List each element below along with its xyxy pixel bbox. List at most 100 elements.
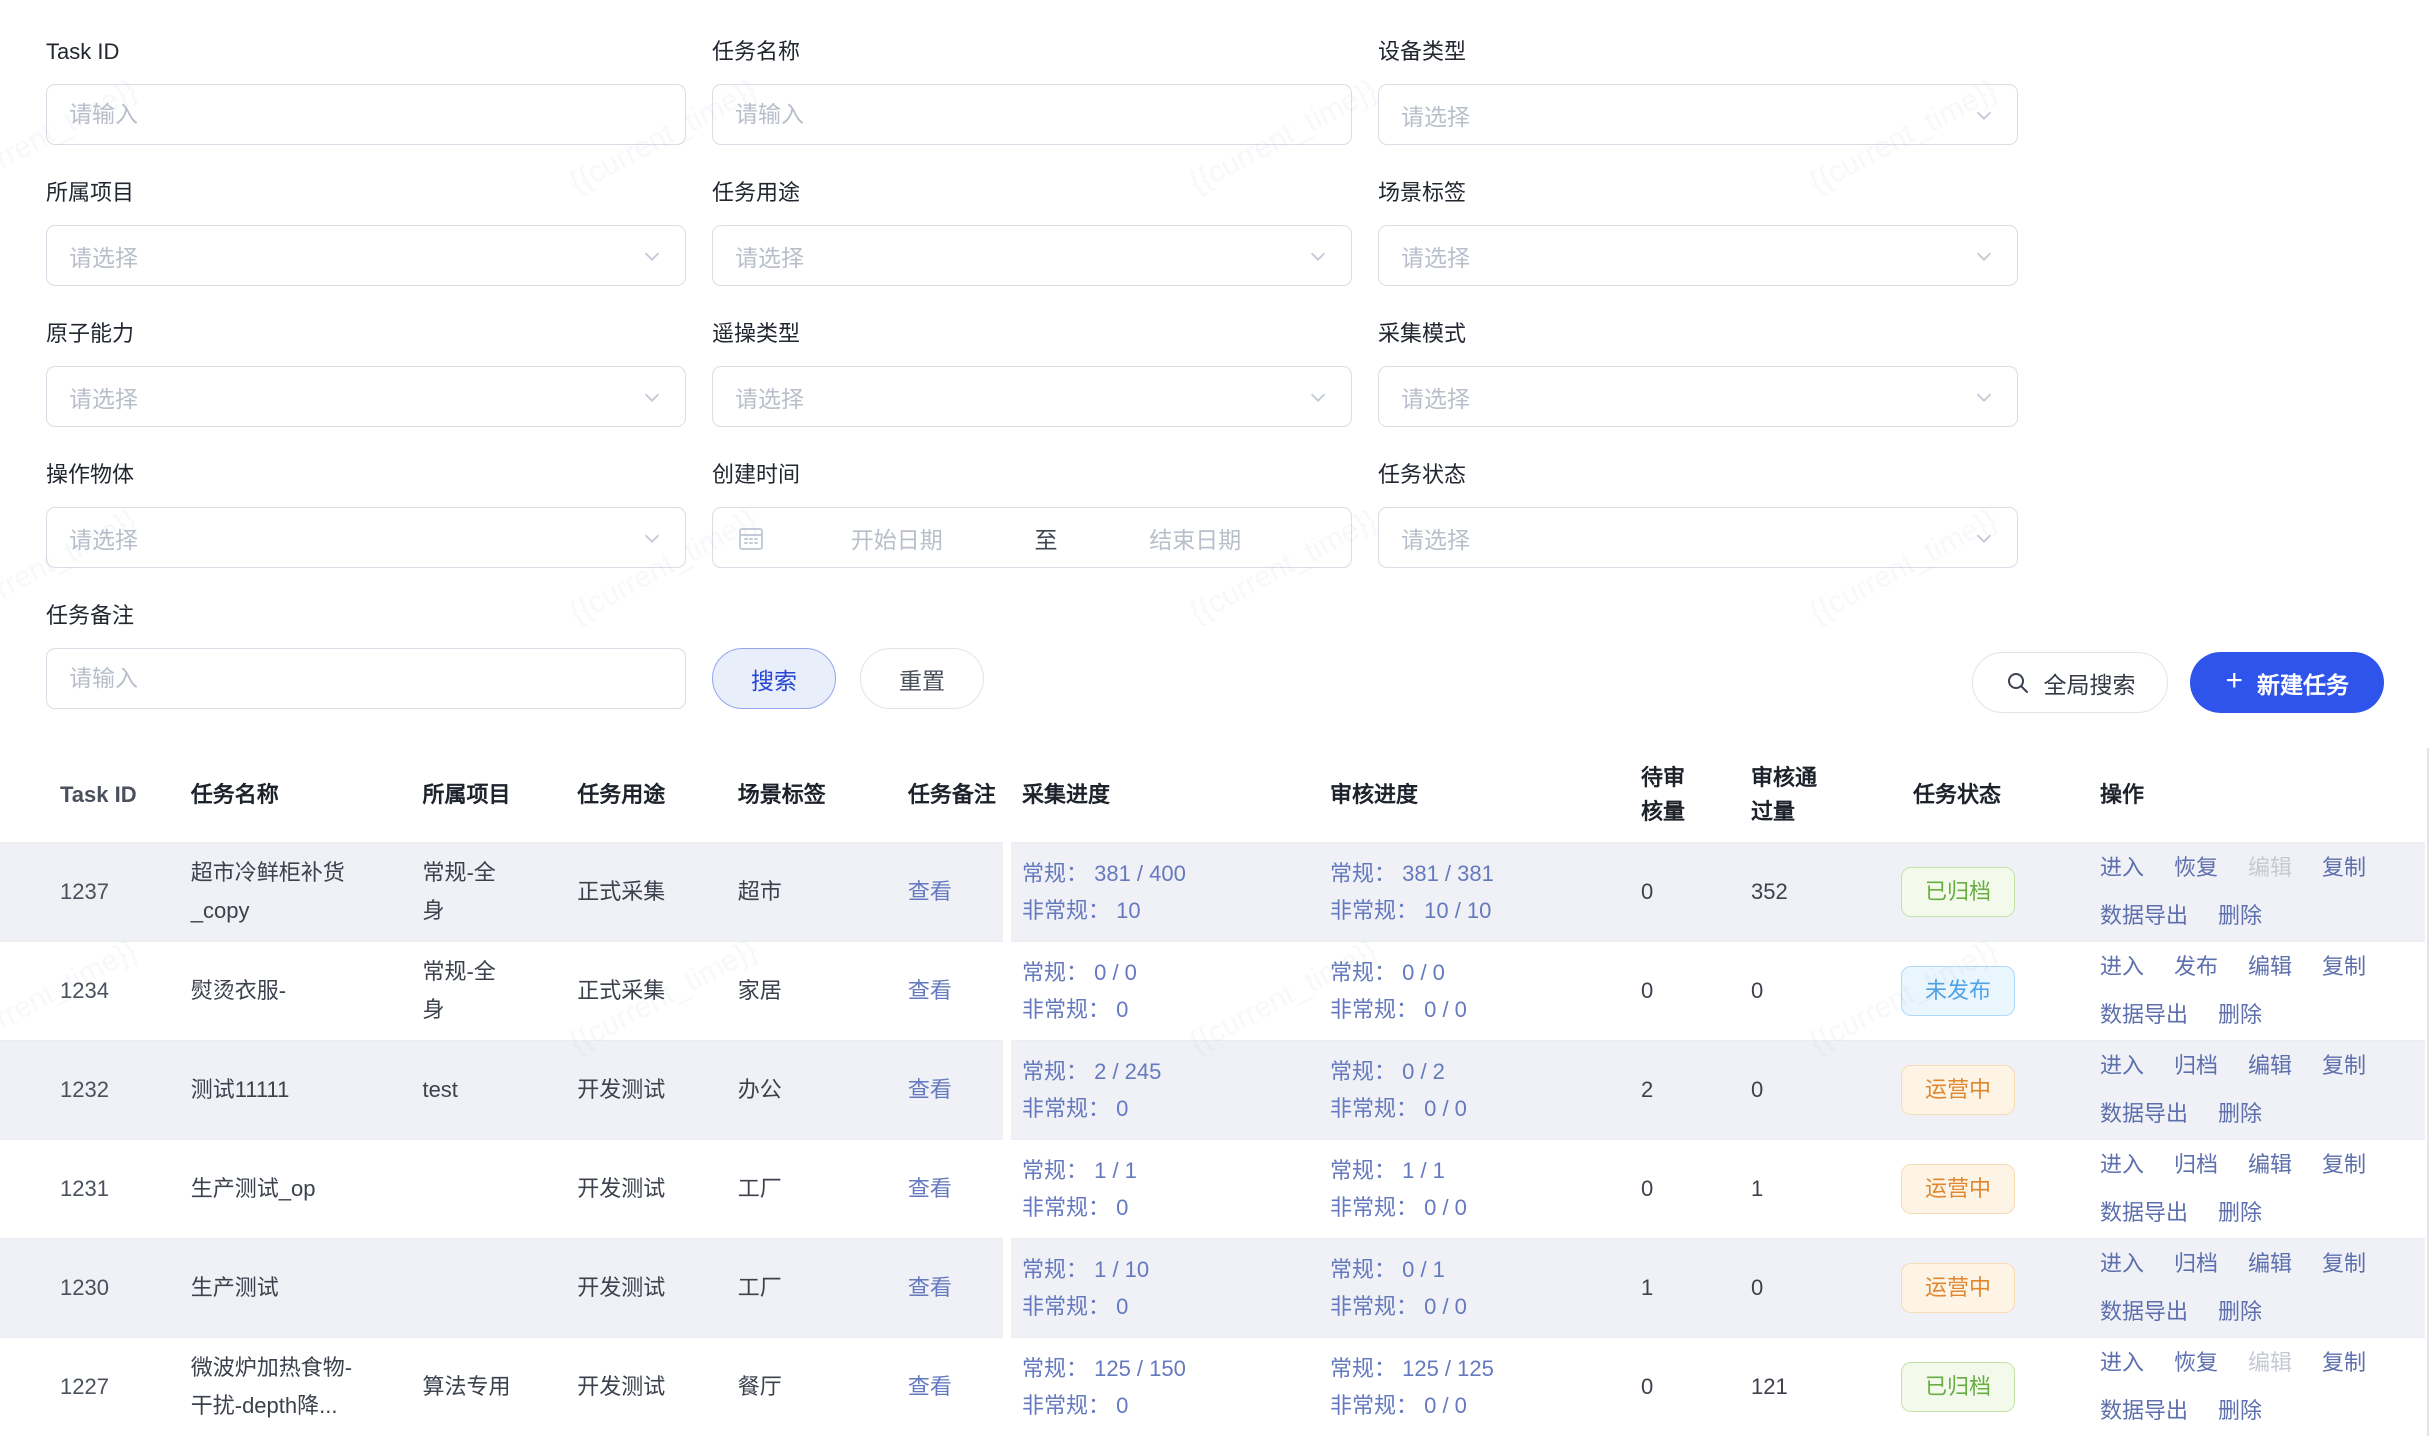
cell-actions: 进入归档编辑复制数据导出删除 (2100, 1047, 2421, 1133)
end-date-placeholder[interactable]: 结束日期 (1064, 521, 1328, 555)
cell-review-passed: 0 (1751, 1071, 1901, 1109)
action-link[interactable]: 数据导出 (2100, 996, 2188, 1034)
cell-task-id: 1230 (0, 1269, 191, 1307)
cell-review-passed: 0 (1751, 972, 1901, 1010)
action-link[interactable]: 进入 (2100, 948, 2144, 986)
filter-project: 所属项目 请选择 (46, 181, 686, 286)
project-select[interactable]: 请选择 (46, 225, 686, 286)
action-link[interactable]: 归档 (2174, 1047, 2218, 1085)
action-link[interactable]: 进入 (2100, 1245, 2144, 1283)
action-link[interactable]: 编辑 (2248, 1146, 2292, 1184)
cell-actions: 进入归档编辑复制数据导出删除 (2100, 1146, 2421, 1232)
chevron-down-icon (641, 245, 663, 267)
view-remark-link[interactable]: 查看 (908, 879, 952, 904)
action-link[interactable]: 复制 (2322, 948, 2366, 986)
search-button[interactable]: 搜索 (712, 648, 836, 709)
action-link[interactable]: 归档 (2174, 1146, 2218, 1184)
cell-collect-progress: 常规： 381 / 400非常规： 10 (1011, 855, 1330, 929)
view-remark-link[interactable]: 查看 (908, 1275, 952, 1300)
view-remark-link[interactable]: 查看 (908, 1374, 952, 1399)
select-placeholder: 请选择 (1401, 521, 1973, 555)
reset-button[interactable]: 重置 (860, 648, 984, 709)
teleop-type-select[interactable]: 请选择 (712, 366, 1352, 427)
action-link[interactable]: 复制 (2322, 849, 2366, 887)
date-range-picker[interactable]: 开始日期 至 结束日期 (712, 507, 1352, 568)
cell-review-progress: 常规： 381 / 381非常规： 10 / 10 (1330, 855, 1641, 929)
create-task-button[interactable]: + 新建任务 (2190, 652, 2384, 713)
cell-review-passed: 352 (1751, 873, 1901, 911)
cell-scene-tag: 工厂 (738, 1170, 887, 1208)
action-link[interactable]: 复制 (2322, 1047, 2366, 1085)
select-placeholder: 请选择 (69, 521, 641, 555)
purpose-select[interactable]: 请选择 (712, 225, 1352, 286)
action-link[interactable]: 删除 (2218, 897, 2262, 935)
action-link[interactable]: 数据导出 (2100, 1293, 2188, 1331)
action-link[interactable]: 删除 (2218, 1194, 2262, 1232)
cell-review-passed: 1 (1751, 1170, 1901, 1208)
table-fixed-left: Task ID 任务名称 所属项目 任务用途 场景标签 任务备注 1237 超市… (0, 748, 1003, 1436)
cell-purpose: 开发测试 (577, 1170, 738, 1208)
action-link[interactable]: 数据导出 (2100, 1194, 2188, 1232)
column-header-review-progress: 审核进度 (1330, 776, 1641, 814)
view-remark-link[interactable]: 查看 (908, 978, 952, 1003)
task-table: Task ID 任务名称 所属项目 任务用途 场景标签 任务备注 1237 超市… (0, 748, 2425, 1436)
global-search-button[interactable]: 全局搜索 (1972, 652, 2168, 713)
action-link[interactable]: 删除 (2218, 996, 2262, 1034)
task-id-input[interactable] (69, 101, 663, 128)
view-remark-link[interactable]: 查看 (908, 1176, 952, 1201)
table-header: Task ID 任务名称 所属项目 任务用途 场景标签 任务备注 (0, 748, 1003, 843)
action-link[interactable]: 复制 (2322, 1344, 2366, 1382)
status-badge: 未发布 (1901, 966, 2015, 1016)
table-header: 采集进度 审核进度 待审 核量 审核通 过量 任务状态 操作 (1011, 748, 2425, 843)
table-row: 1230 生产测试 开发测试 工厂 查看 (0, 1239, 1003, 1338)
filter-task-status: 任务状态 请选择 (1378, 463, 2018, 568)
status-badge: 运营中 (1901, 1065, 2015, 1115)
action-link[interactable]: 进入 (2100, 1146, 2144, 1184)
filter-purpose: 任务用途 请选择 (712, 181, 1352, 286)
action-link[interactable]: 复制 (2322, 1146, 2366, 1184)
action-link[interactable]: 进入 (2100, 1047, 2144, 1085)
status-badge: 运营中 (1901, 1164, 2015, 1214)
action-link[interactable]: 进入 (2100, 1344, 2144, 1382)
collect-mode-select[interactable]: 请选择 (1378, 366, 2018, 427)
operate-object-select[interactable]: 请选择 (46, 507, 686, 568)
scene-tag-select[interactable]: 请选择 (1378, 225, 2018, 286)
action-link[interactable]: 进入 (2100, 849, 2144, 887)
device-type-select[interactable]: 请选择 (1378, 84, 2018, 145)
task-remark-input[interactable] (69, 665, 663, 692)
action-link[interactable]: 编辑 (2248, 948, 2292, 986)
task-name-input[interactable] (735, 101, 1329, 128)
action-link[interactable]: 发布 (2174, 948, 2218, 986)
action-link[interactable]: 复制 (2322, 1245, 2366, 1283)
start-date-placeholder[interactable]: 开始日期 (765, 521, 1029, 555)
task-status-select[interactable]: 请选择 (1378, 507, 2018, 568)
table-row: 1232 测试11111 test 开发测试 办公 查看 (0, 1041, 1003, 1140)
action-link[interactable]: 恢复 (2174, 1344, 2218, 1382)
action-link[interactable]: 编辑 (2248, 1245, 2292, 1283)
cell-pending-review: 0 (1641, 1368, 1751, 1406)
cell-task-id: 1227 (0, 1368, 191, 1406)
atomic-ability-select[interactable]: 请选择 (46, 366, 686, 427)
action-link[interactable]: 编辑 (2248, 1047, 2292, 1085)
cell-collect-progress: 常规： 0 / 0非常规： 0 (1011, 954, 1330, 1028)
action-link[interactable]: 删除 (2218, 1095, 2262, 1133)
action-link[interactable]: 数据导出 (2100, 1392, 2188, 1430)
action-link[interactable]: 删除 (2218, 1392, 2262, 1430)
chevron-down-icon (1307, 386, 1329, 408)
filter-label: 原子能力 (46, 322, 686, 346)
action-link[interactable]: 恢复 (2174, 849, 2218, 887)
action-link[interactable]: 归档 (2174, 1245, 2218, 1283)
action-link[interactable]: 删除 (2218, 1293, 2262, 1331)
date-separator: 至 (1035, 521, 1058, 555)
cell-review-progress: 常规： 0 / 2非常规： 0 / 0 (1330, 1053, 1641, 1127)
chevron-down-icon (1307, 245, 1329, 267)
column-header-status: 任务状态 (1901, 776, 2091, 814)
action-link[interactable]: 数据导出 (2100, 1095, 2188, 1133)
table-scrollbar-track[interactable] (2427, 748, 2429, 1436)
view-remark-link[interactable]: 查看 (908, 1077, 952, 1102)
action-link[interactable]: 数据导出 (2100, 897, 2188, 935)
calendar-icon (737, 524, 765, 552)
page-toolbar: 全局搜索 + 新建任务 (1972, 652, 2384, 713)
filter-label: 所属项目 (46, 181, 686, 205)
cell-task-id: 1237 (0, 873, 191, 911)
